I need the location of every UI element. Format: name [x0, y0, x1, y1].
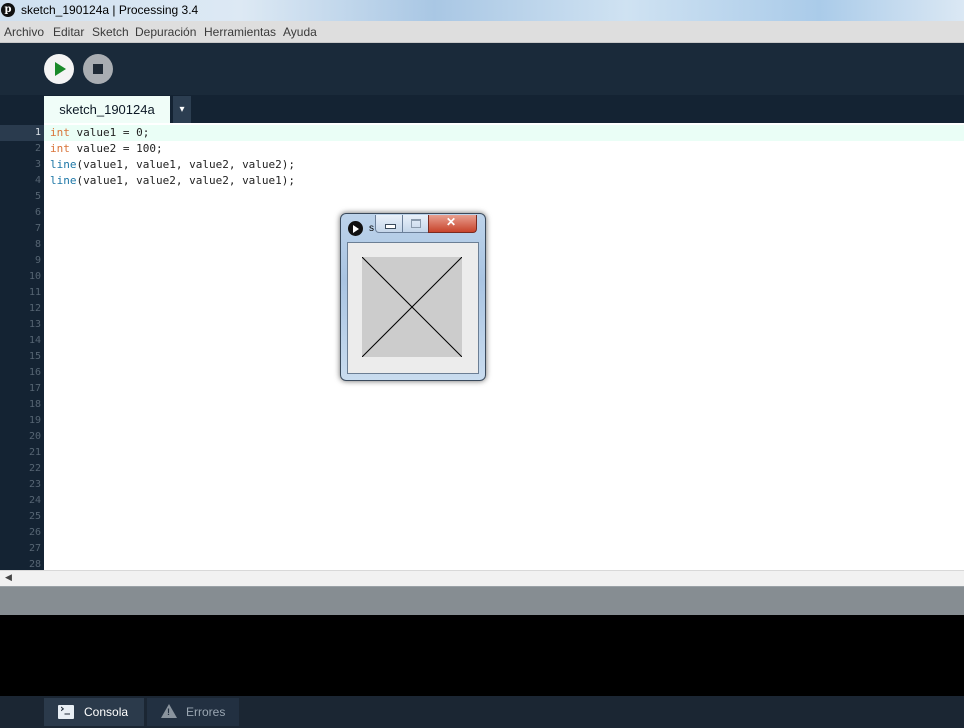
menu-archivo[interactable]: Archivo: [4, 25, 44, 39]
maximize-button[interactable]: [402, 215, 430, 233]
tab-sketch[interactable]: sketch_190124a: [44, 96, 170, 123]
line-number: 19: [28, 415, 41, 426]
menu-bar: Archivo Editar Sketch Depuración Herrami…: [0, 21, 964, 43]
line-number: 5: [34, 191, 41, 202]
line-number: 7: [34, 223, 41, 234]
line-number: 27: [28, 543, 41, 554]
code-line: int value1 = 0;: [50, 125, 149, 141]
console-area: [0, 615, 964, 696]
code-token: value2 = 100;: [69, 142, 163, 155]
code-line: line(value1, value2, value2, value1);: [50, 173, 295, 189]
close-button[interactable]: [428, 215, 477, 233]
window-title: sketch_190124a | Processing 3.4: [21, 3, 199, 17]
minimize-button[interactable]: [375, 215, 404, 233]
line-number: 24: [28, 495, 41, 506]
menu-herramientas[interactable]: Herramientas: [204, 25, 276, 39]
line-number: 2: [34, 143, 41, 154]
code-token: int: [50, 142, 70, 155]
line-number: 28: [28, 559, 41, 570]
line-number: 23: [28, 479, 41, 490]
window-controls: [375, 215, 478, 233]
line-number: 6: [34, 207, 41, 218]
sketch-client-area: [347, 242, 479, 374]
tab-console[interactable]: Consola: [44, 698, 144, 726]
sketch-output-window[interactable]: s: [340, 213, 486, 381]
line-number: 26: [28, 527, 41, 538]
sketch-canvas: [362, 257, 462, 357]
line-number: 1: [34, 127, 41, 138]
code-token: line: [50, 174, 77, 187]
line-number: 8: [34, 239, 41, 250]
code-token: value1 = 0;: [69, 126, 150, 139]
tab-label: sketch_190124a: [59, 102, 155, 117]
line-number: 4: [34, 175, 41, 186]
menu-depuracion[interactable]: Depuración: [135, 25, 196, 39]
line-number: 13: [28, 319, 41, 330]
code-line: int value2 = 100;: [50, 141, 163, 157]
line-number: 20: [28, 431, 41, 442]
menu-sketch[interactable]: Sketch: [92, 25, 129, 39]
line-number: 11: [28, 287, 41, 298]
line-number: 10: [28, 271, 41, 282]
line-number: 21: [28, 447, 41, 458]
tab-menu-button[interactable]: ▾: [173, 96, 191, 123]
code-line: line(value1, value1, value2, value2);: [50, 157, 295, 173]
code-editor[interactable]: int value1 = 0; int value2 = 100; line(val…: [44, 123, 964, 570]
tab-errors[interactable]: Errores: [147, 698, 239, 726]
line-number: 18: [28, 399, 41, 410]
line-number: 3: [34, 159, 41, 170]
menu-ayuda[interactable]: Ayuda: [283, 25, 317, 39]
warning-icon: [161, 704, 177, 718]
code-token: line: [50, 158, 77, 171]
tab-console-label: Consola: [84, 705, 129, 719]
line-number: 25: [28, 511, 41, 522]
menu-editar[interactable]: Editar: [53, 25, 84, 39]
processing-logo-icon: p: [1, 3, 15, 17]
line-number: 15: [28, 351, 41, 362]
line-number: 12: [28, 303, 41, 314]
current-line-highlight: [44, 125, 964, 141]
window-title-bar: p sketch_190124a | Processing 3.4: [0, 0, 964, 21]
code-token: (value1, value2, value2, value1);: [76, 174, 296, 187]
line-number-gutter: 1 2 3 4 5 6 7 8 9 10 11 12 13 14 15 16 17 18 19 20 21 22 23 24 2…: [0, 123, 44, 570]
stop-button[interactable]: [83, 54, 113, 84]
code-token: int: [50, 126, 70, 139]
line-number: 16: [28, 367, 41, 378]
scroll-left-icon[interactable]: ◀: [5, 572, 12, 583]
horizontal-scrollbar[interactable]: ◀: [0, 570, 964, 586]
toolbar: [0, 43, 964, 95]
console-icon: [58, 702, 74, 719]
line-number: 9: [34, 255, 41, 266]
console-tab-bar: [0, 696, 964, 728]
line-number: 17: [28, 383, 41, 394]
run-button[interactable]: [44, 54, 74, 84]
status-bar: [0, 586, 964, 616]
code-token: (value1, value1, value2, value2);: [76, 158, 296, 171]
sketch-window-logo-icon: [348, 221, 363, 236]
line-number: 22: [28, 463, 41, 474]
line-number: 14: [28, 335, 41, 346]
tab-errors-label: Errores: [186, 705, 226, 719]
